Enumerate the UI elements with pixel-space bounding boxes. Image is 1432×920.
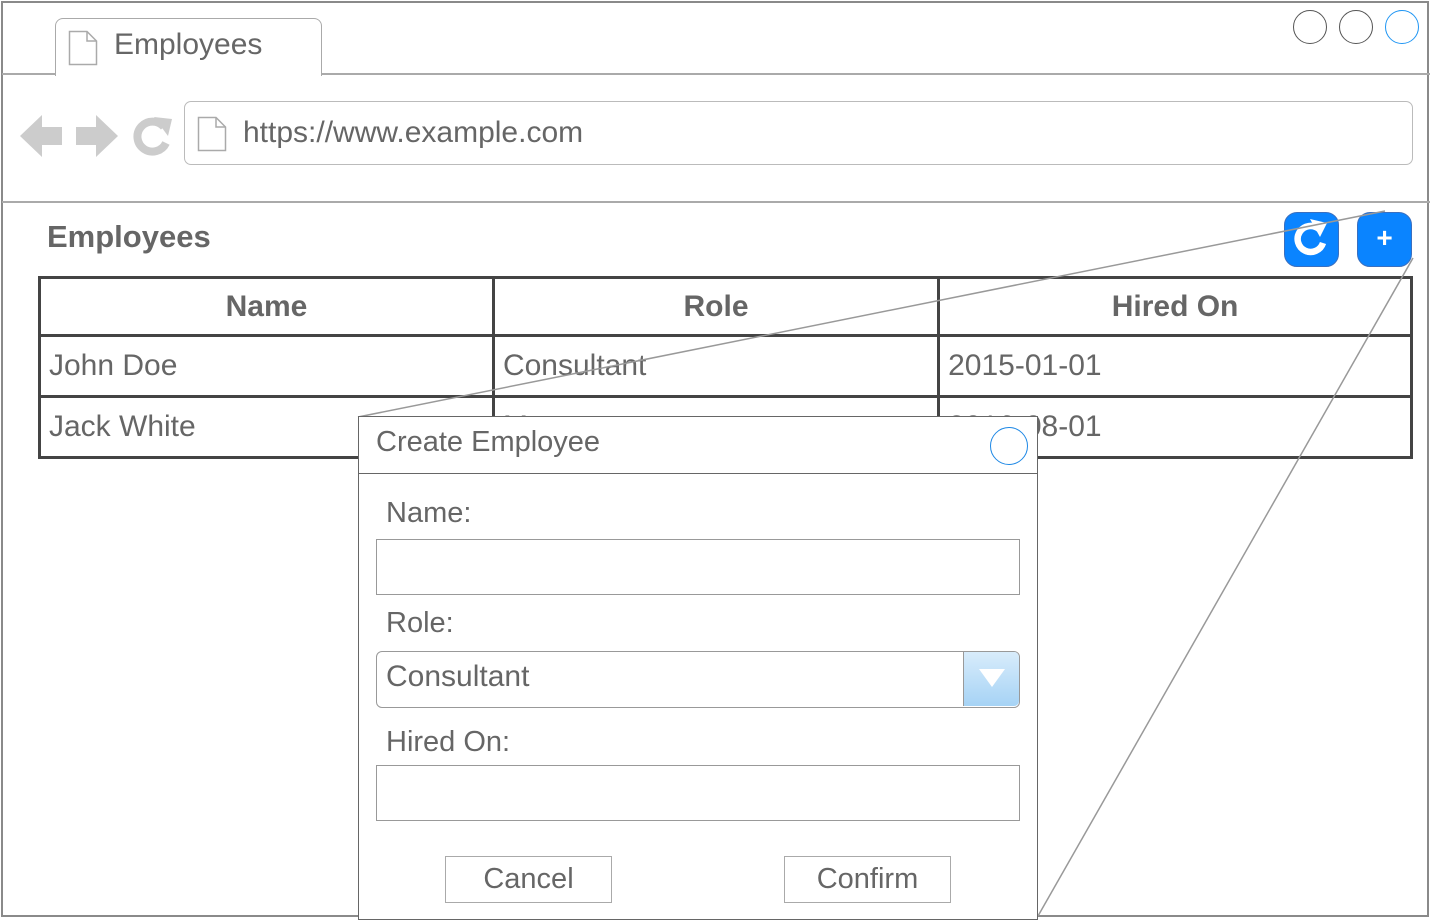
dialog-header: Create Employee [359,417,1037,474]
hired-on-label: Hired On: [386,726,511,758]
role-select[interactable]: Consultant [376,651,1020,708]
tab-title: Employees [114,28,263,61]
cell-role: Consultant [491,334,941,398]
address-bar[interactable]: https://www.example.com [184,101,1413,165]
table-header-row: Name Role Hired On [38,276,1413,337]
back-arrow-icon[interactable] [20,112,64,160]
forward-arrow-icon[interactable] [74,112,118,160]
dialog-title: Create Employee [376,426,601,458]
maximize-button[interactable] [1339,10,1373,44]
column-header-hired-on[interactable]: Hired On [937,276,1413,337]
cancel-button[interactable]: Cancel [445,856,612,903]
confirm-button[interactable]: Confirm [784,856,951,903]
column-header-name[interactable]: Name [38,276,495,337]
url-text[interactable]: https://www.example.com [243,116,583,150]
refresh-icon [1294,219,1327,256]
refresh-button[interactable] [1284,212,1339,267]
reload-icon[interactable] [130,114,174,158]
name-label: Name: [386,497,472,529]
toolbar-divider [2,201,1430,203]
page-title: Employees [47,219,211,254]
minimize-button[interactable] [1293,10,1327,44]
role-label: Role: [386,607,454,639]
cell-name: John Doe [38,334,495,398]
name-input[interactable] [376,539,1020,595]
dropdown-button[interactable] [963,652,1019,706]
plus-icon: + [1376,222,1393,253]
browser-tab[interactable]: Employees [55,18,322,76]
role-select-value: Consultant [386,660,530,693]
dialog-close-button[interactable] [990,427,1028,465]
page-icon [68,30,98,66]
hired-on-input[interactable] [376,765,1020,821]
add-employee-button[interactable]: + [1357,212,1412,267]
chevron-down-icon [979,669,1005,687]
table-row[interactable]: John Doe Consultant 2015-01-01 [38,334,1413,398]
close-window-button[interactable] [1385,10,1419,44]
page-icon [197,116,227,152]
cell-hired-on: 2015-01-01 [937,334,1413,398]
create-employee-dialog: Create Employee Name: Role: Consultant H… [358,416,1038,920]
column-header-role[interactable]: Role [491,276,941,337]
